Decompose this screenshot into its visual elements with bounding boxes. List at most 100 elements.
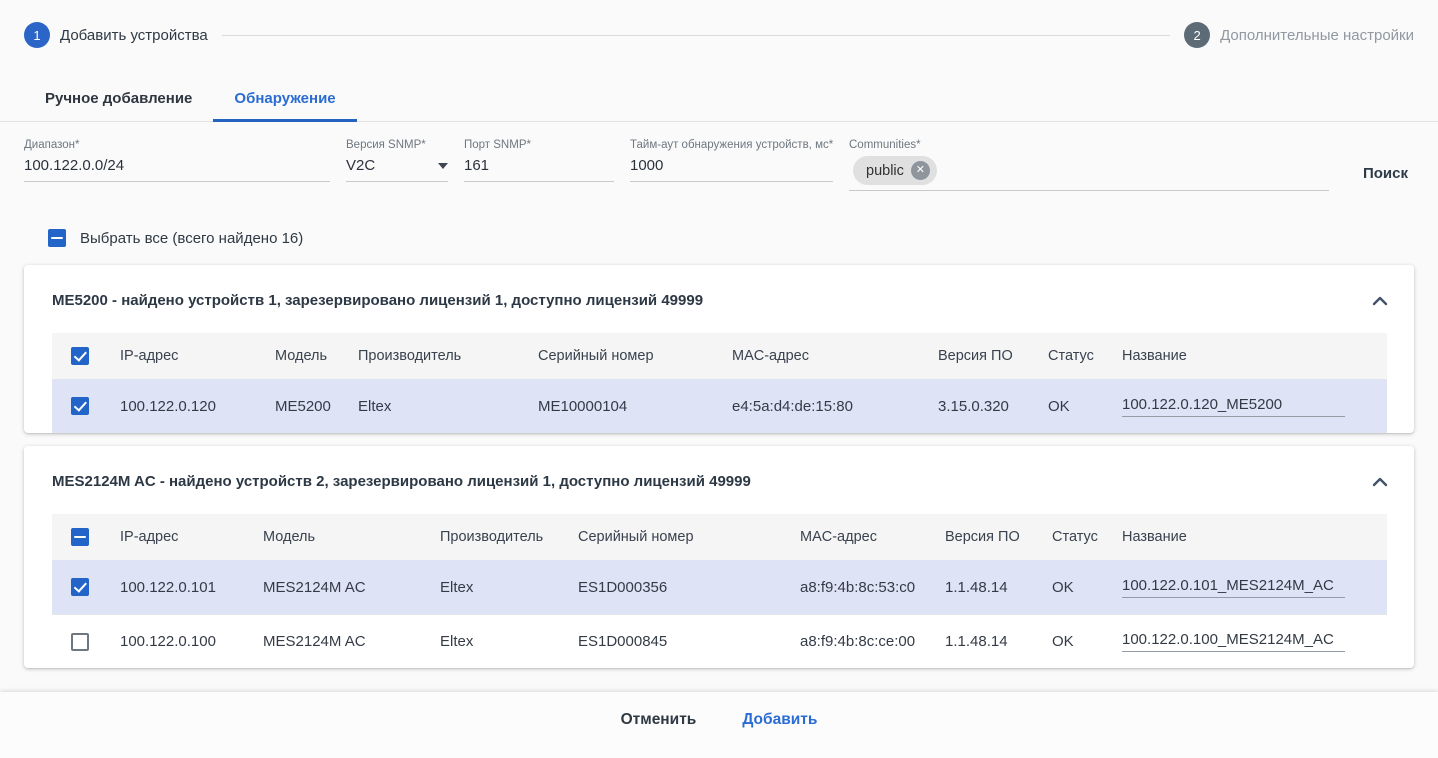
cell-status: OK — [1040, 633, 1110, 650]
col-name: Название — [1110, 348, 1387, 364]
col-vendor: Производитель — [346, 348, 526, 364]
stepper-connector-line — [222, 35, 1170, 36]
row-checkbox[interactable] — [71, 578, 89, 596]
step-1: 1 Добавить устройства — [24, 22, 208, 48]
community-chip-text: public — [866, 163, 904, 179]
step-1-number: 1 — [24, 22, 50, 48]
discovery-form: Диапазон* Версия SNMP* V2C Порт SNMP* Та… — [0, 122, 1438, 191]
snmp-version-field: Версия SNMP* V2C — [346, 139, 448, 182]
cell-ip: 100.122.0.100 — [108, 633, 251, 650]
group-header-me5200: ME5200 - найдено устройств 1, зарезервир… — [24, 265, 1414, 333]
collapse-group-button[interactable] — [1370, 294, 1390, 308]
table-row[interactable]: 100.122.0.100 MES2124M AC Eltex ES1D0008… — [52, 614, 1387, 668]
col-firmware: Версия ПО — [933, 529, 1040, 545]
search-button[interactable]: Поиск — [1357, 161, 1414, 186]
cell-firmware: 1.1.48.14 — [933, 579, 1040, 596]
device-table: IP-адрес Модель Производитель Серийный н… — [52, 333, 1387, 433]
step-2-number: 2 — [1184, 22, 1210, 48]
wizard-stepper: 1 Добавить устройства 2 Дополнительные н… — [0, 0, 1438, 48]
range-input[interactable] — [24, 156, 330, 182]
device-group-me5200: ME5200 - найдено устройств 1, зарезервир… — [24, 265, 1414, 433]
group-title: MES2124M AC - найдено устройств 2, зарез… — [52, 473, 751, 490]
table-header-row: IP-адрес Модель Производитель Серийный н… — [52, 333, 1387, 379]
select-all-checkbox[interactable] — [48, 229, 66, 247]
col-model: Модель — [251, 529, 428, 545]
cell-firmware: 1.1.48.14 — [933, 633, 1040, 650]
table-row[interactable]: 100.122.0.101 MES2124M AC Eltex ES1D0003… — [52, 560, 1387, 614]
device-name-input[interactable] — [1122, 396, 1345, 417]
row-checkbox[interactable] — [71, 633, 89, 651]
step-2-label: Дополнительные настройки — [1220, 27, 1414, 44]
cell-serial: ES1D000356 — [566, 579, 788, 596]
col-serial: Серийный номер — [566, 529, 788, 545]
timeout-label: Тайм-аут обнаружения устройств, мс* — [630, 139, 833, 151]
snmp-version-select[interactable]: V2C — [346, 156, 448, 182]
col-mac: MAC-адрес — [788, 529, 933, 545]
device-name-input[interactable] — [1122, 577, 1345, 598]
snmp-port-label: Порт SNMP* — [464, 139, 614, 151]
cell-model: ME5200 — [263, 398, 346, 415]
tab-discovery[interactable]: Обнаружение — [213, 78, 356, 121]
cell-firmware: 3.15.0.320 — [926, 398, 1036, 415]
col-vendor: Производитель — [428, 529, 566, 545]
device-table: IP-адрес Модель Производитель Серийный н… — [52, 514, 1387, 668]
group-title: ME5200 - найдено устройств 1, зарезервир… — [52, 292, 703, 309]
dropdown-caret-icon — [438, 163, 448, 169]
chevron-up-icon — [1372, 477, 1388, 487]
communities-field: Communities* public ✕ — [849, 139, 1329, 191]
cell-serial: ES1D000845 — [566, 633, 788, 650]
cell-mac: a8:f9:4b:8c:ce:00 — [788, 633, 933, 650]
collapse-group-button[interactable] — [1370, 475, 1390, 489]
range-label: Диапазон* — [24, 139, 330, 151]
col-status: Статус — [1040, 529, 1110, 545]
snmp-version-value: V2C — [346, 157, 375, 174]
col-serial: Серийный номер — [526, 348, 720, 364]
col-status: Статус — [1036, 348, 1110, 364]
timeout-input[interactable] — [630, 156, 833, 182]
group-header-mes2124m: MES2124M AC - найдено устройств 2, зарез… — [24, 446, 1414, 514]
snmp-port-field: Порт SNMP* — [464, 139, 614, 182]
select-all-label: Выбрать все (всего найдено 16) — [80, 230, 303, 247]
wizard-footer: Отменить Добавить — [0, 692, 1438, 758]
add-device-tabs: Ручное добавление Обнаружение — [0, 78, 1438, 122]
col-ip: IP-адрес — [108, 529, 251, 545]
add-button[interactable]: Добавить — [732, 707, 827, 733]
communities-label: Communities* — [849, 139, 1329, 151]
group-select-checkbox[interactable] — [71, 528, 89, 546]
col-name: Название — [1110, 529, 1387, 545]
cell-status: OK — [1036, 398, 1110, 415]
select-all-row: Выбрать все (всего найдено 16) — [0, 229, 1438, 247]
cancel-button[interactable]: Отменить — [611, 707, 707, 733]
cell-vendor: Eltex — [428, 633, 566, 650]
group-select-checkbox[interactable] — [71, 347, 89, 365]
cell-mac: e4:5a:d4:de:15:80 — [720, 398, 926, 415]
communities-input[interactable]: public ✕ — [849, 156, 1329, 191]
table-header-row: IP-адрес Модель Производитель Серийный н… — [52, 514, 1387, 560]
snmp-port-input[interactable] — [464, 156, 614, 182]
device-group-mes2124m: MES2124M AC - найдено устройств 2, зарез… — [24, 446, 1414, 668]
row-checkbox[interactable] — [71, 397, 89, 415]
table-row[interactable]: 100.122.0.120 ME5200 Eltex ME10000104 e4… — [52, 379, 1387, 433]
cell-ip: 100.122.0.120 — [108, 398, 263, 415]
cell-status: OK — [1040, 579, 1110, 596]
chevron-up-icon — [1372, 296, 1388, 306]
cell-vendor: Eltex — [346, 398, 526, 415]
community-chip: public ✕ — [853, 156, 937, 185]
step-2: 2 Дополнительные настройки — [1184, 22, 1414, 48]
cell-model: MES2124M AC — [251, 579, 428, 596]
cell-model: MES2124M AC — [251, 633, 428, 650]
cell-mac: a8:f9:4b:8c:53:c0 — [788, 579, 933, 596]
col-ip: IP-адрес — [108, 348, 263, 364]
timeout-field: Тайм-аут обнаружения устройств, мс* — [630, 139, 833, 182]
remove-chip-icon[interactable]: ✕ — [911, 161, 930, 180]
cell-vendor: Eltex — [428, 579, 566, 596]
step-1-label: Добавить устройства — [60, 27, 208, 44]
cell-ip: 100.122.0.101 — [108, 579, 251, 596]
device-name-input[interactable] — [1122, 631, 1345, 652]
cell-serial: ME10000104 — [526, 398, 720, 415]
range-field: Диапазон* — [24, 139, 330, 182]
col-firmware: Версия ПО — [926, 348, 1036, 364]
tab-manual-add[interactable]: Ручное добавление — [24, 78, 213, 121]
col-model: Модель — [263, 348, 346, 364]
snmp-version-label: Версия SNMP* — [346, 139, 448, 151]
